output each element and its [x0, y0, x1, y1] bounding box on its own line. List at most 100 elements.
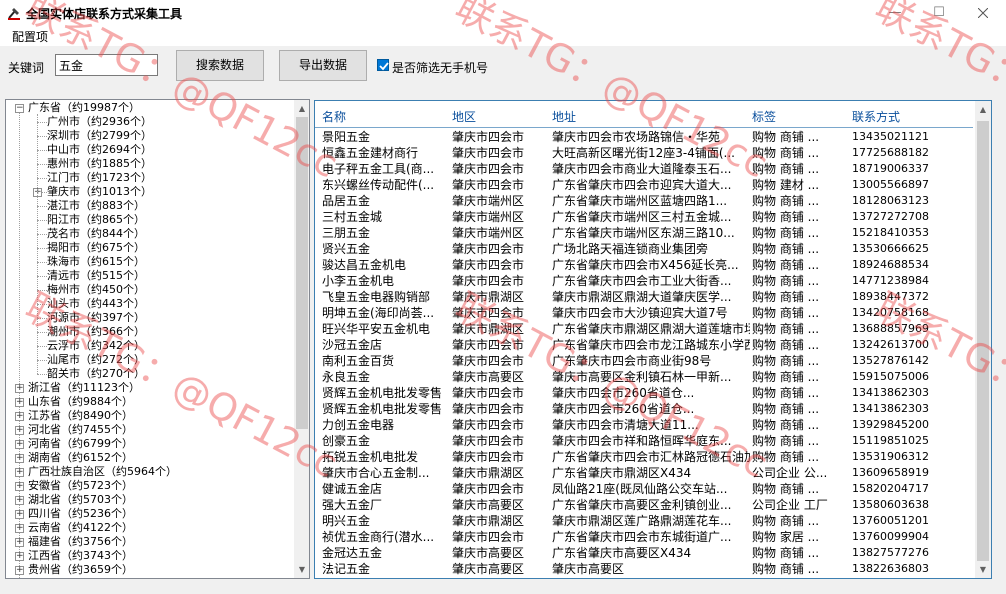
tree-node-province[interactable]: 安徽省（约5723个） [28, 479, 133, 493]
tree-node-province[interactable]: 四川省（约5236个） [28, 507, 133, 521]
tree-node-city[interactable]: 阳江市（约865个） [47, 213, 145, 227]
tree-node-city[interactable]: 肇庆市（约1013个） [47, 185, 152, 199]
col-tag-header[interactable]: 标签 [752, 109, 776, 125]
export-button[interactable]: 导出数据 [279, 50, 367, 81]
tree-node-city[interactable]: 汕尾市（约272个） [47, 353, 145, 367]
maximize-button[interactable]: ☐ [924, 4, 954, 22]
table-row[interactable]: 明兴五金 肇庆市鼎湖区 肇庆市鼎湖区莲广路鼎湖莲花车... 购物 商铺 ... 1376… [315, 513, 975, 529]
table-row[interactable]: 品居五金 肇庆市端州区 广东省肇庆市端州区蓝塘四路1... 购物 商铺 ... 1812… [315, 193, 975, 209]
tree-node-province[interactable]: 湖北省（约5703个） [28, 493, 133, 507]
tree-node-province[interactable]: 江西省（约3743个） [28, 549, 133, 563]
tree-expand-icon[interactable]: + [15, 384, 24, 393]
table-row[interactable]: 贤辉五金机电批发零售 肇庆市四会市 肇庆市四会市260省道仓... 购物 商铺 ...… [315, 385, 975, 401]
table-row[interactable]: 东兴螺丝传动配件(... 肇庆市四会市 广东省肇庆市四会市迎宾大道大... 购物 建材… [315, 177, 975, 193]
tree-node-city[interactable]: 珠海市（约615个） [47, 255, 145, 269]
table-row[interactable]: 贤兴五金 肇庆市四会市 广场北路天福连锁商业集团旁 购物 商铺 ... 13530666… [315, 241, 975, 257]
tree-expand-icon[interactable]: + [15, 468, 24, 477]
tree-node-city[interactable]: 云浮市（约342个） [47, 339, 145, 353]
table-row[interactable]: 法记五金 肇庆市高要区 肇庆市高要区 购物 商铺 ... 13822636803 [315, 561, 975, 577]
table-row[interactable]: 金冠达五金 肇庆市高要区 广东省肇庆市高要区X434 购物 商铺 ... 1382757… [315, 545, 975, 561]
table-row[interactable]: 明坤五金(海印尚荟... 肇庆市四会市 肇庆市四会市大沙镇迎宾大道7号 购物 商铺 .… [315, 305, 975, 321]
table-row[interactable]: 骏达昌五金机电 肇庆市四会市 广东省肇庆市四会市X456延长亮... 购物 商铺 ..… [315, 257, 975, 273]
tree-expand-icon[interactable]: + [15, 496, 24, 505]
tree-node-city[interactable]: 茂名市（约844个） [47, 227, 145, 241]
tree-node-city[interactable]: 韶关市（约270个） [47, 367, 145, 381]
filter-checkbox[interactable] [377, 59, 389, 71]
tree-node-city[interactable]: 梅州市（约450个） [47, 283, 145, 297]
tree-node-province[interactable]: 江苏省（约8490个） [28, 409, 133, 423]
tree-expand-icon[interactable]: + [15, 524, 24, 533]
tree-node-city[interactable]: 汕头市（约443个） [47, 297, 145, 311]
tree-node-province[interactable]: 贵州省（约3659个） [28, 563, 133, 577]
tree-expand-icon[interactable]: + [15, 552, 24, 561]
tree-node-city[interactable]: 揭阳市（约675个） [47, 241, 145, 255]
scroll-down-icon[interactable]: ▼ [294, 561, 309, 578]
tree-node-city[interactable]: 清远市（约515个） [47, 269, 145, 283]
table-row[interactable]: 沙冠五金店 肇庆市四会市 广东省肇庆市四会市龙江路城东小学西... 购物 商铺 ...… [315, 337, 975, 353]
tree-expand-icon[interactable]: + [15, 510, 24, 519]
table-row[interactable]: 力创五金电器 肇庆市四会市 肇庆市四会市清塘大道11... 购物 商铺 ... 1392… [315, 417, 975, 433]
tree-node-province[interactable]: 广东省（约19987个） [28, 101, 140, 115]
tree-node-province[interactable]: 福建省（约3756个） [28, 535, 133, 549]
close-button[interactable] [968, 4, 998, 22]
tree-expand-icon[interactable]: + [15, 398, 24, 407]
table-row[interactable]: 景阳五金 肇庆市四会市 肇庆市四会市农场路锦信・华苑 购物 商铺 ... 1343502… [315, 129, 975, 145]
grid-scrollbar[interactable]: ▲ ▼ [975, 101, 991, 578]
tree-node-city[interactable]: 潮州市（约366个） [47, 325, 145, 339]
tree-node-province[interactable]: 浙江省（约11123个） [28, 381, 140, 395]
tree-node-city[interactable]: 广州市（约2936个） [47, 115, 152, 129]
col-name-header[interactable]: 名称 [322, 109, 346, 125]
menu-config[interactable]: 配置项 [12, 28, 48, 45]
tree-node-city[interactable]: 河源市（约397个） [47, 311, 145, 325]
tree-node-city[interactable]: 中山市（约2694个） [47, 143, 152, 157]
scroll-up-icon[interactable]: ▲ [294, 100, 309, 117]
table-row[interactable]: 小李五金机电 肇庆市四会市 广东省肇庆市四会市工业大街香... 购物 商铺 ... 14… [315, 273, 975, 289]
tree-expand-icon[interactable]: + [15, 482, 24, 491]
tree-node-province[interactable]: 云南省（约4122个） [28, 521, 133, 535]
table-row[interactable]: 三朋五金 肇庆市端州区 广东省肇庆市端州区东湖三路10... 购物 商铺 ... 152… [315, 225, 975, 241]
tree-node-city[interactable]: 湛江市（约883个） [47, 199, 145, 213]
minimize-button[interactable]: — [880, 4, 910, 22]
tree-node-city[interactable]: 江门市（约1723个） [47, 171, 152, 185]
table-row[interactable]: 三村五金城 肇庆市端州区 广东省肇庆市端州区三村五金城... 购物 商铺 ... 137… [315, 209, 975, 225]
scroll-thumb[interactable] [296, 117, 308, 429]
tree-expand-icon[interactable]: + [15, 566, 24, 575]
keyword-input[interactable]: 五金 [55, 54, 158, 76]
table-row[interactable]: 拓锐五金机电批发 肇庆市四会市 广东省肇庆市四会市汇林路冠德石油加... 购物 商铺 … [315, 449, 975, 465]
table-row[interactable]: 南利五金百货 肇庆市四会市 广东肇庆市四会市商业街98号 购物 商铺 ... 13527… [315, 353, 975, 369]
table-row[interactable]: 永良五金 肇庆市高要区 肇庆市高要区金利镇石林一甲新... 购物 商铺 ... 1591… [315, 369, 975, 385]
table-row[interactable]: 贤辉五金机电批发零售 肇庆市四会市 肇庆市四会市260省道仓... 购物 商铺 ...… [315, 401, 975, 417]
tree-expand-icon[interactable]: + [15, 454, 24, 463]
table-row[interactable]: 创豪五金 肇庆市四会市 肇庆市四会市祥和路恒晖华庭东... 购物 商铺 ... 1511… [315, 433, 975, 449]
table-row[interactable]: 旺兴华平安五金机电 肇庆市鼎湖区 广东省肇庆市鼎湖区鼎湖大道莲塘市场... 购物 商铺… [315, 321, 975, 337]
table-row[interactable]: 祯优五金商行(潜水... 肇庆市四会市 广东省肇庆市四会市东城街道广... 购物 家居… [315, 529, 975, 545]
scroll-down-icon[interactable]: ▼ [975, 561, 991, 578]
region-tree[interactable]: − 广东省（约19987个） 广州市（约2936个） 深圳市（约2799个） 中山市（约… [5, 99, 310, 579]
results-grid[interactable]: 名称 地区 地址 标签 联系方式 景阳五金 肇庆市四会市 肇庆市四会市农场路锦信・华… [314, 100, 992, 579]
col-address-header[interactable]: 地址 [552, 109, 576, 125]
table-row[interactable]: 恒鑫五金建材商行 肇庆市四会市 大旺高新区曙光街12座3-4铺面(... 购物 商铺 … [315, 145, 975, 161]
tree-node-province[interactable]: 河南省（约6799个） [28, 437, 133, 451]
search-button[interactable]: 搜索数据 [176, 50, 264, 81]
tree-expand-icon[interactable]: + [15, 426, 24, 435]
table-row[interactable]: 强大五金厂 肇庆市高要区 广东省肇庆市高要区金利镇创业... 公司企业 工厂 13580… [315, 497, 975, 513]
tree-scrollbar[interactable]: ▲ ▼ [294, 100, 309, 578]
tree-node-province[interactable]: 湖南省（约6152个） [28, 451, 133, 465]
tree-expand-icon[interactable]: + [15, 412, 24, 421]
table-row[interactable]: 电子秤五金工具(商... 肇庆市四会市 肇庆市四会市商业大道隆泰玉石... 购物 商铺… [315, 161, 975, 177]
table-row[interactable]: 健诚五金店 肇庆市四会市 凤仙路21座(既凤仙路公交车站... 购物 商铺 ... 15… [315, 481, 975, 497]
tree-collapse-icon[interactable]: − [15, 104, 24, 113]
tree-expand-icon[interactable]: + [15, 538, 24, 547]
table-row[interactable]: 肇庆市合心五金制... 肇庆市鼎湖区 广东省肇庆市鼎湖区X434 公司企业 公... 1… [315, 465, 975, 481]
tree-node-province[interactable]: 河北省（约7455个） [28, 423, 133, 437]
tree-node-province[interactable]: 广西壮族自治区（约5964个） [28, 465, 177, 479]
scroll-up-icon[interactable]: ▲ [975, 101, 991, 118]
tree-node-city[interactable]: 深圳市（约2799个） [47, 129, 152, 143]
col-region-header[interactable]: 地区 [452, 109, 476, 125]
tree-node-city[interactable]: 惠州市（约1885个） [47, 157, 152, 171]
scroll-thumb[interactable] [977, 121, 989, 561]
tree-expand-icon[interactable]: + [15, 440, 24, 449]
table-row[interactable]: 飞皇五金电器购销部 肇庆市鼎湖区 肇庆市鼎湖区鼎湖大道肇庆医学... 购物 商铺 ..… [315, 289, 975, 305]
tree-node-province[interactable]: 山东省（约9884个） [28, 395, 133, 409]
col-contact-header[interactable]: 联系方式 [852, 109, 900, 125]
